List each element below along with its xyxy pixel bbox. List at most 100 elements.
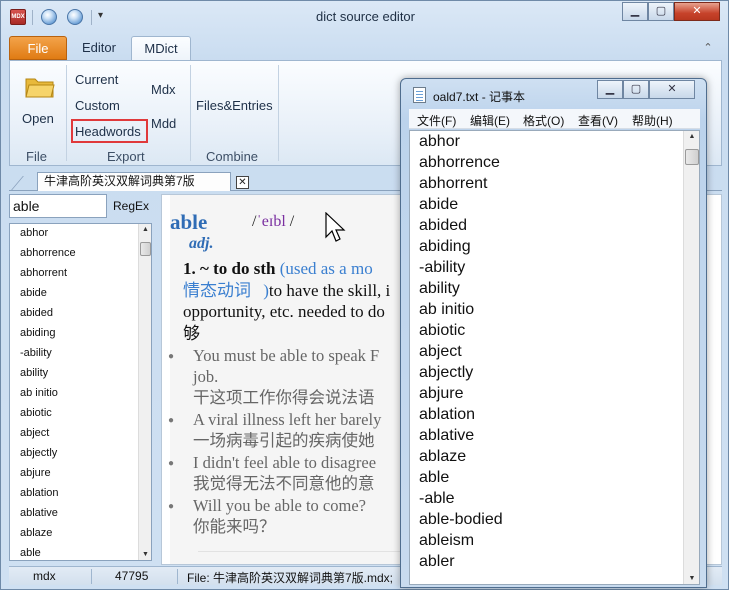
notepad-line: abiotic <box>419 322 466 339</box>
notepad-line: ablaze <box>419 448 467 465</box>
tab-editor[interactable]: Editor <box>71 36 127 60</box>
headword-list-item[interactable]: ablative <box>10 504 151 524</box>
notepad-maximize-button[interactable]: ▢ <box>623 80 649 99</box>
headword-list-item[interactable]: able <box>10 544 151 560</box>
close-button[interactable]: ✕ <box>674 2 720 21</box>
notepad-line: abhorrent <box>419 175 488 192</box>
headword-list-item[interactable]: abhor <box>10 224 151 244</box>
headword-list-item[interactable]: ability <box>10 364 151 384</box>
notepad-line: ab initio <box>419 301 475 318</box>
scroll-up-icon[interactable]: ▲ <box>140 226 151 233</box>
headword-list-item[interactable]: abjectly <box>10 444 151 464</box>
bullet-icon: ● <box>168 501 175 512</box>
document-tab-close-icon[interactable]: ✕ <box>236 176 249 189</box>
notepad-line: ablative <box>419 427 475 444</box>
export-mdx-button[interactable]: Mdx <box>151 82 176 97</box>
sense-pattern: ~ to do sth <box>200 259 276 278</box>
notepad-line: abiding <box>419 238 471 255</box>
notepad-icon <box>413 87 426 103</box>
menu-help[interactable]: 帮助(H) <box>632 112 673 129</box>
notepad-line: abler <box>419 553 455 570</box>
scroll-thumb[interactable] <box>685 149 699 165</box>
scroll-thumb[interactable] <box>140 242 151 256</box>
notepad-scrollbar[interactable]: ▲ ▼ <box>683 131 699 584</box>
document-tab[interactable]: 牛津高阶英汉双解词典第7版 ✕ <box>37 172 249 191</box>
notepad-line: ableism <box>419 532 475 549</box>
example-en: Will you be able to come? <box>193 496 366 515</box>
mouse-cursor-icon <box>325 212 346 242</box>
headword-list-item[interactable]: abided <box>10 304 151 324</box>
maximize-button[interactable]: ▢ <box>648 2 674 21</box>
export-custom-button[interactable]: Custom <box>75 98 120 113</box>
notepad-line: abhor <box>419 133 460 150</box>
regex-toggle[interactable]: RegEx <box>113 199 149 213</box>
headword-list-item[interactable]: abhorrent <box>10 264 151 284</box>
notepad-line: able <box>419 469 450 486</box>
example-en: A viral illness left her barely <box>193 410 382 429</box>
headword-list-item[interactable]: abjure <box>10 464 151 484</box>
headword-search-input[interactable] <box>9 194 107 218</box>
headword-list-item[interactable]: -ability <box>10 344 151 364</box>
entry-headword: able <box>170 210 208 234</box>
group-label-export: Export <box>107 149 145 164</box>
notepad-line: abided <box>419 217 468 234</box>
group-label-combine: Combine <box>206 149 259 164</box>
scroll-up-icon[interactable]: ▲ <box>685 133 699 140</box>
notepad-line: abject <box>419 343 462 360</box>
sense-number: 1. <box>183 259 196 278</box>
status-entry-count: 47795 <box>115 569 149 583</box>
document-tab-label: 牛津高阶英汉双解词典第7版 <box>44 174 195 188</box>
group-label-file: File <box>26 149 47 164</box>
title-bar: MDX ▾ dict source editor ▁ ▢ ✕ <box>1 1 728 33</box>
headword-list-item[interactable]: ab initio <box>10 384 151 404</box>
headword-list-item[interactable]: ablation <box>10 484 151 504</box>
notepad-text-area[interactable]: abhor abhorrence abhorrent abide abided abidi… <box>409 130 700 585</box>
notepad-line: abjure <box>419 385 464 402</box>
headwords-highlight-box <box>71 119 148 143</box>
example-zh: 我觉得无法不同意他的意 <box>193 474 375 493</box>
notepad-line: ability <box>419 280 460 297</box>
notepad-title: oald7.txt - 记事本 <box>433 90 526 104</box>
menu-file[interactable]: 文件(F) <box>417 112 456 129</box>
example-en: I didn't feel able to disagree <box>193 453 377 472</box>
window-title: dict source editor <box>316 9 415 24</box>
headword-list-item[interactable]: abide <box>10 284 151 304</box>
entry-pronunciation: /ˈeɪbl / <box>252 213 294 231</box>
sense-definition-2: opportunity, etc. needed to do <box>183 302 385 321</box>
notepad-line: ablation <box>419 406 476 423</box>
tab-mdict[interactable]: MDict <box>131 36 191 60</box>
group-separator <box>66 65 67 161</box>
notepad-window[interactable]: oald7.txt - 记事本 ▁ ▢ ✕ 文件(F) 编辑(E) 格式(O) … <box>400 78 707 588</box>
headword-list-item[interactable]: ablaze <box>10 524 151 544</box>
headword-list[interactable]: abhor abhorrence abhorrent abide abided abidi… <box>9 223 152 561</box>
menu-format[interactable]: 格式(O) <box>523 112 564 129</box>
sense-note-zh: 情态动词 <box>183 280 251 300</box>
status-file: File: 牛津高阶英汉双解词典第7版.mdx; <box>187 571 394 585</box>
example-en: You must be able to speak F <box>193 346 380 365</box>
ribbon-help-icon[interactable]: ⌃ <box>700 41 716 57</box>
notepad-minimize-button[interactable]: ▁ <box>597 80 623 99</box>
scroll-down-icon[interactable]: ▼ <box>140 551 151 558</box>
status-separator <box>91 569 92 584</box>
status-format: mdx <box>33 569 56 583</box>
headword-list-item[interactable]: abject <box>10 424 151 444</box>
tab-file[interactable]: File <box>9 36 67 60</box>
export-current-button[interactable]: Current <box>75 72 118 87</box>
minimize-button[interactable]: ▁ <box>622 2 648 21</box>
headword-list-item[interactable]: abiding <box>10 324 151 344</box>
scroll-down-icon[interactable]: ▼ <box>685 575 699 582</box>
headword-list-scrollbar[interactable]: ▲ ▼ <box>138 224 151 560</box>
menu-view[interactable]: 查看(V) <box>578 112 618 129</box>
export-mdd-button[interactable]: Mdd <box>151 116 176 131</box>
combine-files-entries-button[interactable]: Files&Entries <box>196 98 273 113</box>
menu-edit[interactable]: 编辑(E) <box>470 112 510 129</box>
status-separator <box>177 569 178 584</box>
open-button[interactable]: Open <box>22 111 54 126</box>
headword-list-item[interactable]: abhorrence <box>10 244 151 264</box>
tab-notch <box>11 176 37 190</box>
sense-definition-zh: 够 <box>183 323 200 343</box>
notepad-menubar: 文件(F) 编辑(E) 格式(O) 查看(V) 帮助(H) <box>409 109 700 129</box>
example-zh: 一场病毒引起的疾病使她 <box>193 431 375 450</box>
notepad-close-button[interactable]: ✕ <box>649 80 695 99</box>
headword-list-item[interactable]: abiotic <box>10 404 151 424</box>
